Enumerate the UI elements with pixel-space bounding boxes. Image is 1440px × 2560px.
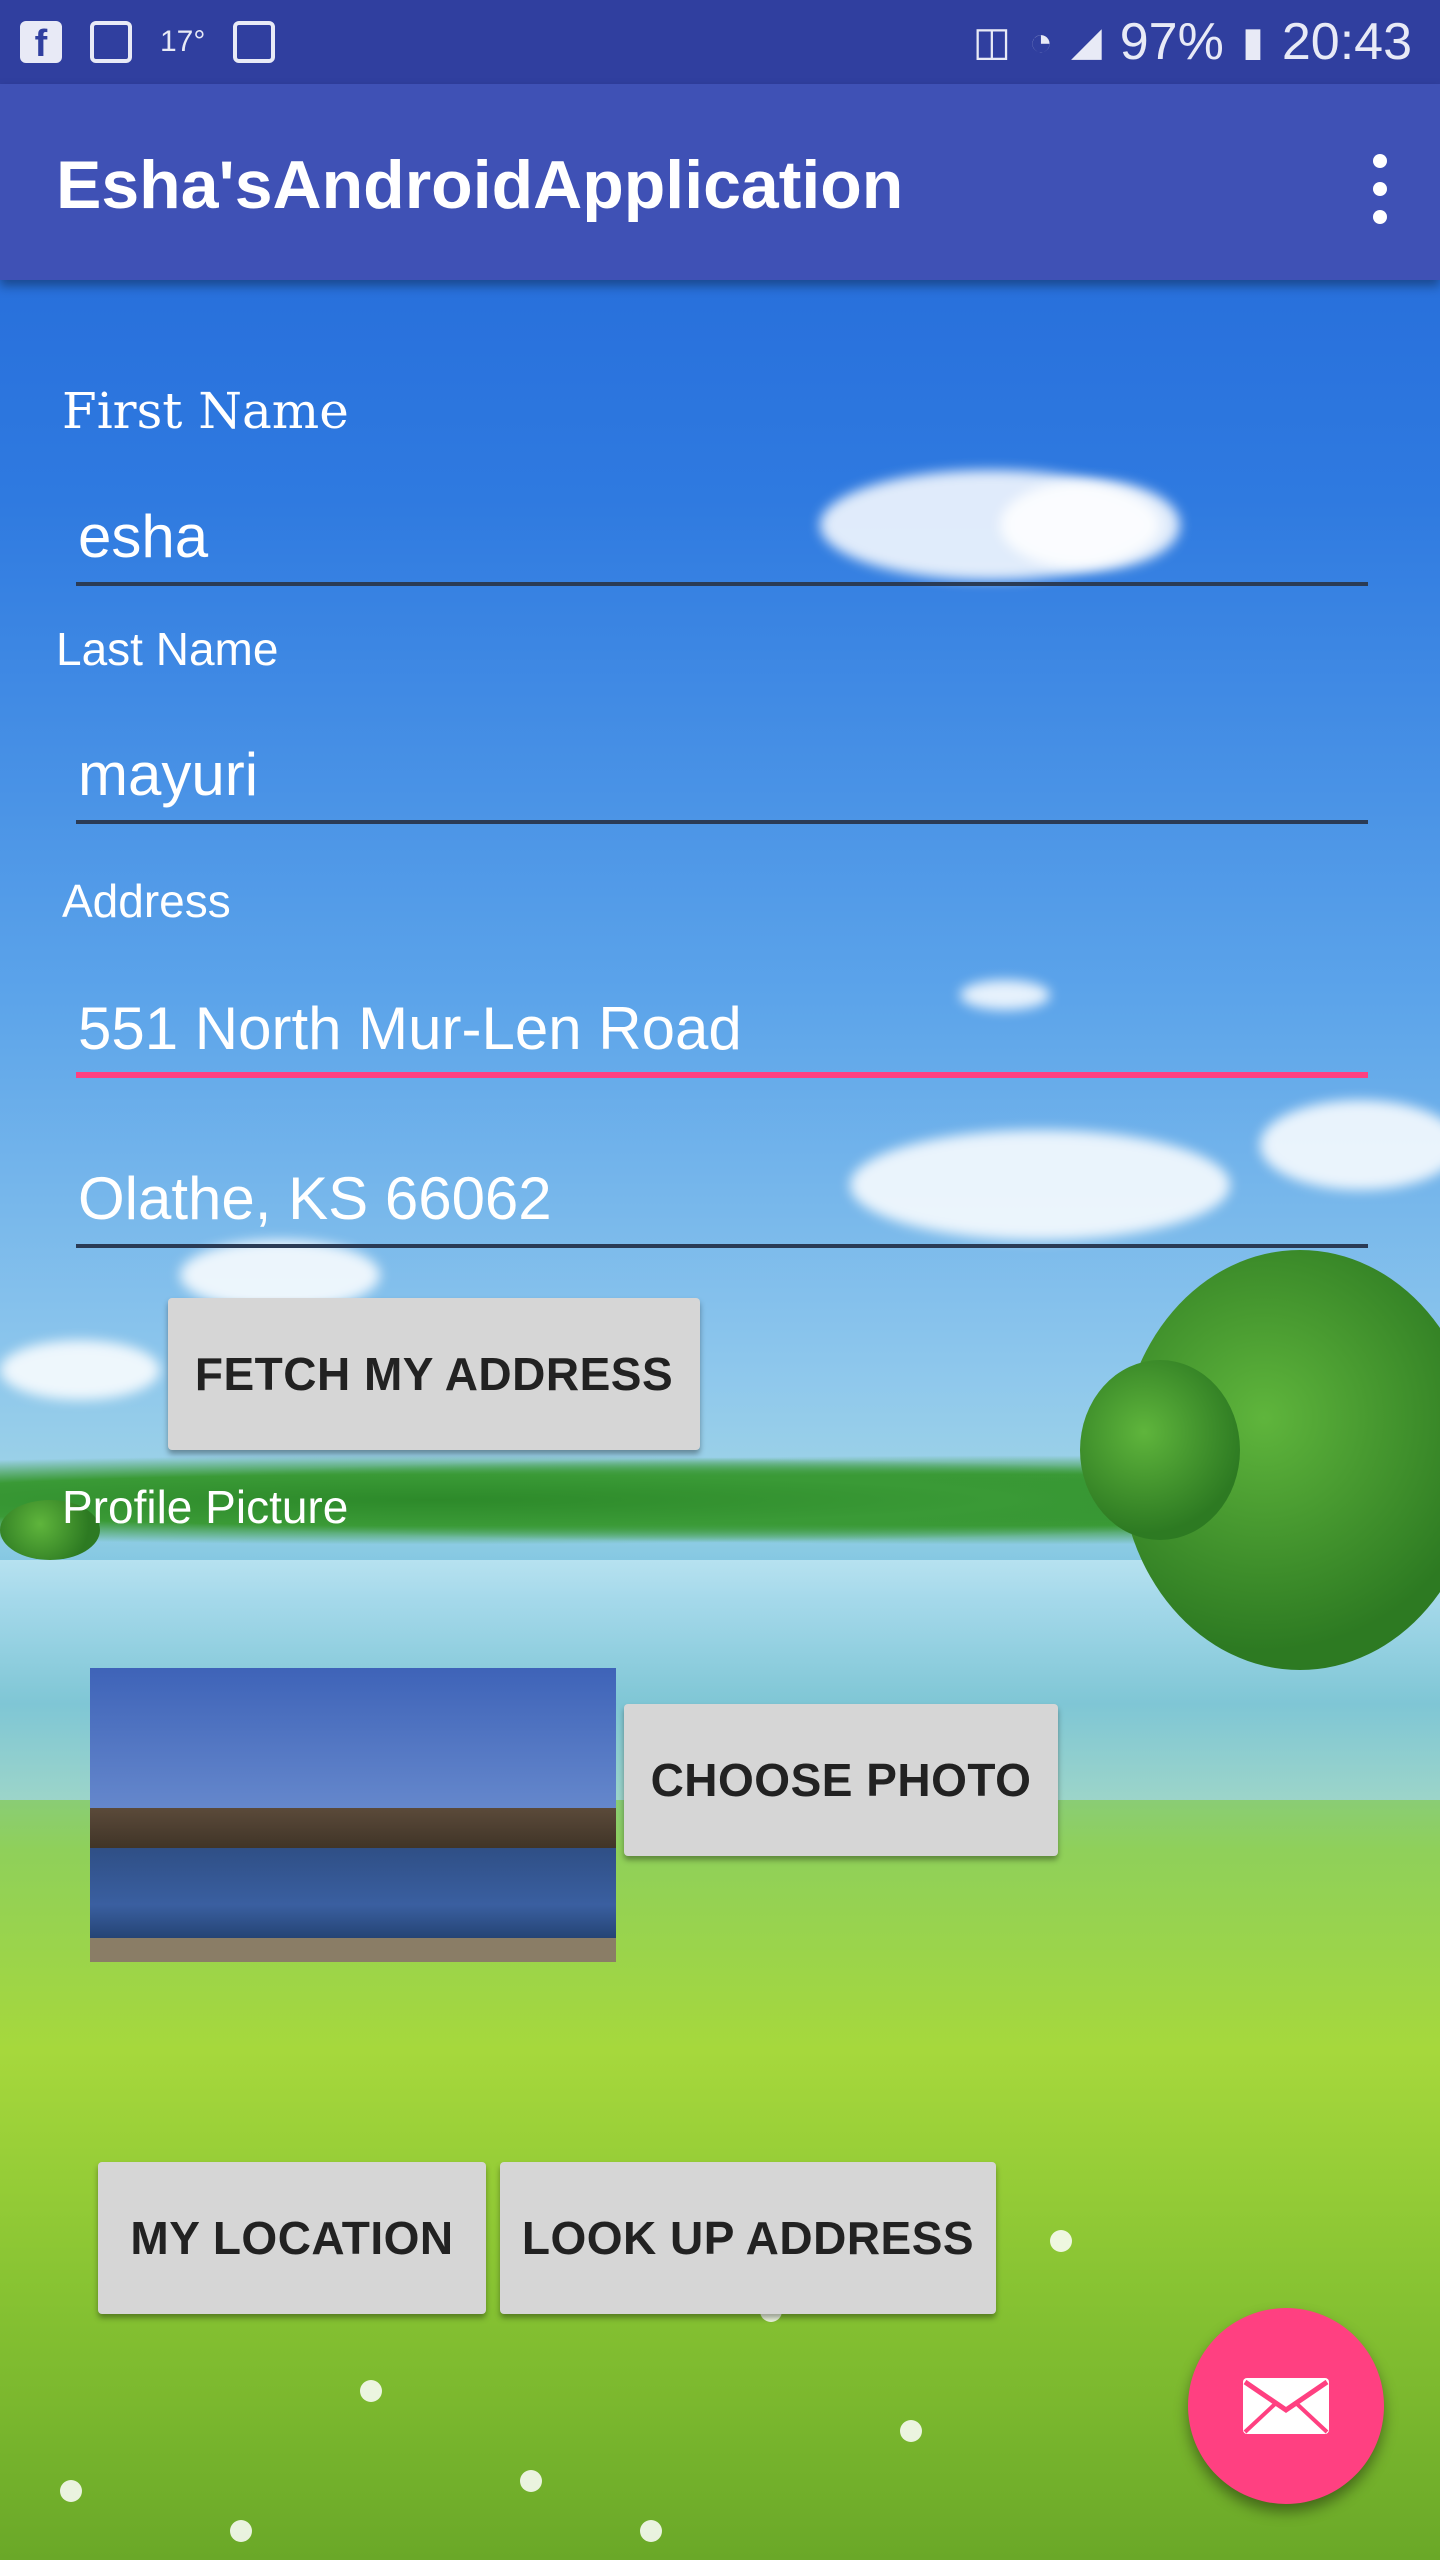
app-bar: Esha'sAndroidApplication (0, 84, 1440, 280)
address-label: Address (62, 875, 231, 927)
address-line1-input[interactable] (76, 978, 1368, 1078)
fetch-my-address-button[interactable]: FETCH MY ADDRESS (168, 1298, 700, 1450)
battery-percent: 97% (1119, 13, 1224, 71)
gallery-notification-icon (90, 21, 132, 63)
email-icon (1243, 2378, 1329, 2434)
status-bar: f 17° ◫ ◔ ◢ 97% ▮ 20:43 (0, 0, 1440, 84)
temperature-text: 17° (160, 25, 206, 58)
profile-picture-label: Profile Picture (62, 1481, 349, 1533)
last-name-label: Last Name (56, 623, 279, 675)
first-name-label: First Name (62, 382, 349, 440)
clock-time: 20:43 (1281, 13, 1412, 71)
facebook-notification-icon: f (20, 21, 62, 65)
look-up-address-button[interactable]: LOOK UP ADDRESS (500, 2162, 996, 2314)
vibrate-mute-icon: ◫ (973, 20, 1011, 64)
my-location-button[interactable]: MY LOCATION (98, 2162, 486, 2314)
first-name-input[interactable] (76, 486, 1368, 586)
address-line2-field[interactable] (76, 1148, 1368, 1248)
email-fab-button[interactable] (1188, 2308, 1384, 2504)
wifi-icon: ◔ (1028, 19, 1053, 64)
signal-icon: ◢ (1071, 20, 1102, 64)
last-name-input[interactable] (76, 724, 1368, 824)
battery-icon: ▮ (1241, 20, 1264, 64)
first-name-field[interactable] (76, 486, 1368, 586)
address-line1-field[interactable] (76, 978, 1368, 1078)
app-title: Esha'sAndroidApplication (56, 147, 904, 223)
clock-notification-icon (233, 21, 276, 63)
last-name-field[interactable] (76, 724, 1368, 824)
profile-photo (90, 1668, 616, 1962)
choose-photo-button[interactable]: CHOOSE PHOTO (624, 1704, 1058, 1856)
more-vert-icon[interactable] (1360, 154, 1400, 224)
address-line2-input[interactable] (76, 1148, 1368, 1248)
